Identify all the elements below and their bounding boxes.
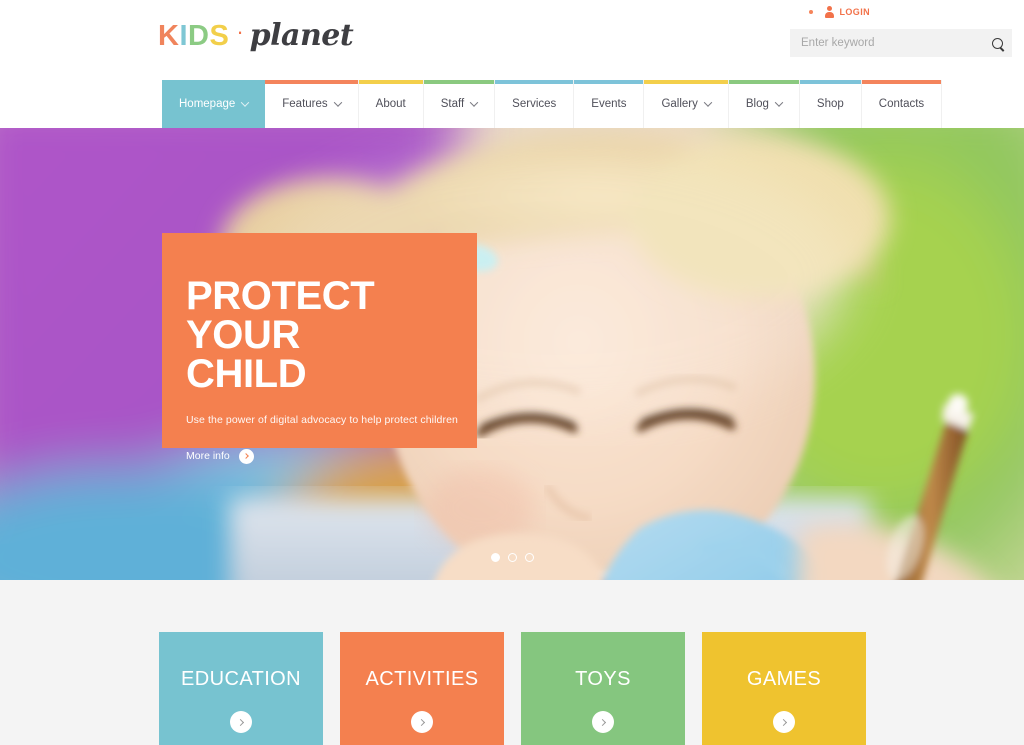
category-card-education[interactable]: EDUCATION [159, 632, 323, 745]
nav-item-events[interactable]: Events [574, 80, 645, 128]
nav-item-label: About [375, 98, 406, 110]
logo-letter-d: D [188, 20, 210, 52]
nav-item-color-bar [644, 80, 728, 84]
slider-dot-3[interactable] [524, 553, 534, 562]
main-navigation: Homepage Features About Staff Services Events… [0, 80, 1024, 128]
logo-separator: · [236, 19, 244, 44]
nav-item-color-bar [861, 80, 942, 84]
slider-dot-2[interactable] [507, 553, 517, 562]
hero-more-info-label: More info [186, 450, 230, 463]
nav-item-gallery[interactable]: Gallery [644, 80, 729, 128]
nav-item-color-bar [265, 80, 358, 84]
nav-list: Homepage Features About Staff Services Events… [162, 80, 943, 128]
nav-item-label: Staff [440, 98, 465, 110]
hero-caption: PROTECT YOUR CHILD Use the power of digi… [162, 233, 477, 464]
site-logo[interactable]: KIDS · planet [158, 18, 354, 53]
nav-item-features[interactable]: Features [265, 80, 359, 128]
nav-item-color-bar [162, 80, 266, 84]
category-card-toys[interactable]: TOYS [521, 632, 685, 745]
chevron-down-icon [774, 98, 784, 107]
chevron-right-icon[interactable] [230, 711, 252, 733]
nav-item-color-bar [423, 80, 495, 84]
search-button[interactable] [982, 29, 1012, 57]
hero-slider: PROTECT YOUR CHILD Use the power of digi… [0, 128, 1024, 580]
slider-dot-1[interactable] [490, 553, 500, 562]
category-card-label: GAMES [746, 668, 822, 690]
hero-title-line1: PROTECT YOUR [186, 274, 375, 358]
nav-item-shop[interactable]: Shop [799, 80, 862, 128]
login-label: LOGIN [839, 7, 870, 17]
dot-icon [808, 10, 813, 14]
chevron-down-icon [241, 98, 250, 107]
person-icon [824, 6, 834, 18]
logo-kids: KIDS [158, 20, 229, 53]
category-card-label: EDUCATION [181, 668, 301, 690]
login-link[interactable]: LOGIN [808, 6, 871, 18]
hero-title-line2: CHILD [186, 352, 307, 397]
nav-item-label: Features [282, 98, 328, 110]
nav-item-label: Homepage [179, 98, 236, 110]
nav-item-about[interactable]: About [358, 80, 424, 128]
nav-item-blog[interactable]: Blog [728, 80, 800, 128]
nav-item-label: Events [591, 98, 627, 110]
chevron-right-icon [238, 448, 254, 464]
nav-item-label: Contacts [878, 98, 925, 110]
hero-photo [0, 128, 1024, 580]
nav-item-contacts[interactable]: Contacts [861, 80, 943, 128]
hero-more-info-button[interactable]: More info [186, 448, 477, 464]
slider-pagination [0, 553, 1024, 562]
category-card-label: TOYS [575, 668, 631, 690]
nav-item-staff[interactable]: Staff [423, 80, 496, 128]
nav-item-label: Services [512, 98, 557, 110]
chevron-right-icon[interactable] [592, 711, 614, 733]
nav-item-label: Blog [745, 98, 769, 110]
site-header: LOGIN KIDS · planet [0, 0, 1024, 80]
search-bar[interactable] [790, 29, 1012, 57]
nav-item-homepage[interactable]: Homepage [162, 80, 266, 128]
chevron-down-icon [469, 98, 479, 107]
logo-letter-s: S [209, 20, 230, 52]
nav-item-label: Gallery [661, 98, 698, 110]
logo-letter-i: I [179, 20, 189, 52]
search-input[interactable] [790, 29, 982, 57]
category-card-activities[interactable]: ACTIVITIES [340, 632, 504, 745]
nav-item-color-bar [574, 80, 644, 84]
nav-item-color-bar [799, 80, 861, 84]
chevron-down-icon [333, 98, 342, 107]
category-card-label: ACTIVITIES [365, 668, 479, 690]
page-root: LOGIN KIDS · planet Homepage Features Abou… [0, 0, 1024, 745]
nav-item-label: Shop [816, 98, 844, 110]
logo-letter-k: K [158, 20, 180, 52]
chevron-right-icon[interactable] [773, 711, 795, 733]
nav-item-color-bar [358, 80, 423, 84]
chevron-right-icon[interactable] [411, 711, 433, 733]
hero-title: PROTECT YOUR CHILD [186, 274, 477, 397]
category-cards: EDUCATION ACTIVITIES TOYS GAMES [159, 632, 866, 745]
hero-subtitle: Use the power of digital advocacy to hel… [186, 413, 458, 426]
search-icon [991, 37, 1003, 49]
nav-item-services[interactable]: Services [495, 80, 575, 128]
chevron-down-icon [703, 98, 713, 107]
nav-item-color-bar [495, 80, 574, 84]
category-card-games[interactable]: GAMES [702, 632, 866, 745]
nav-item-color-bar [728, 80, 799, 84]
logo-planet: planet [249, 18, 354, 53]
